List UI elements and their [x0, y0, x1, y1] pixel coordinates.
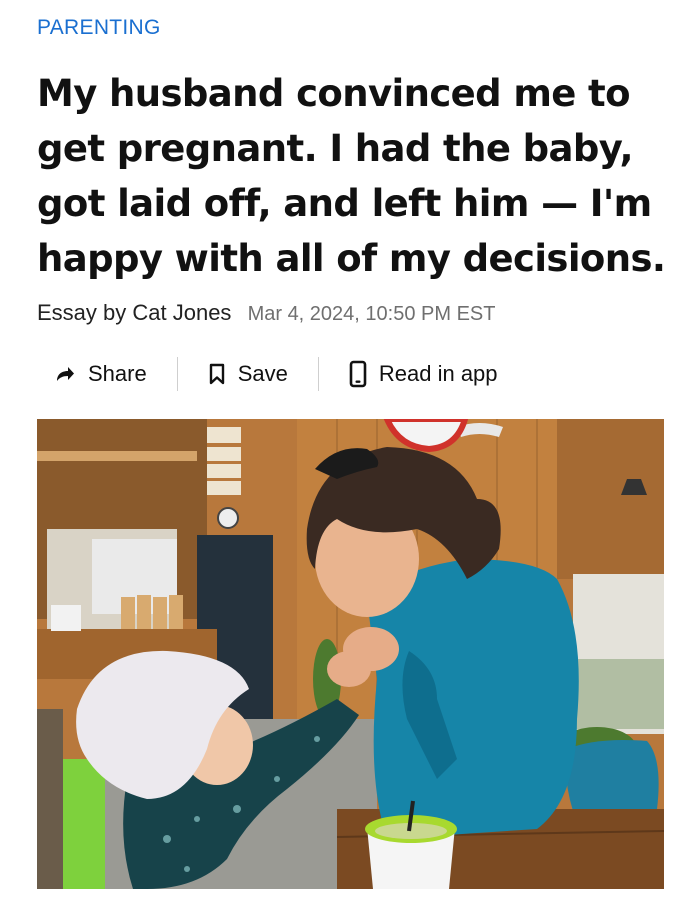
article-actions: Share Save Read in app	[54, 356, 498, 392]
phone-icon	[349, 360, 367, 388]
bookmark-icon	[209, 363, 224, 385]
byline: Essay by Cat Jones Mar 4, 2024, 10:50 PM…	[37, 300, 495, 326]
article-headline: My husband convinced me to get pregnant.…	[37, 72, 666, 280]
save-label: Save	[237, 361, 288, 386]
read-in-app-button[interactable]: Read in app	[349, 360, 498, 388]
share-label: Share	[88, 361, 147, 386]
share-button[interactable]: Share	[54, 361, 147, 387]
article-photo	[37, 419, 664, 889]
read-in-app-label: Read in app	[378, 361, 498, 386]
share-arrow-icon	[57, 367, 74, 381]
divider	[176, 357, 178, 391]
divider	[317, 357, 319, 391]
category-link[interactable]: PARENTING	[37, 16, 161, 40]
author-name[interactable]: Essay by Cat Jones	[37, 300, 231, 325]
publish-date: Mar 4, 2024, 10:50 PM EST	[247, 303, 496, 325]
save-button[interactable]: Save	[208, 361, 288, 387]
menu-board	[207, 427, 241, 495]
